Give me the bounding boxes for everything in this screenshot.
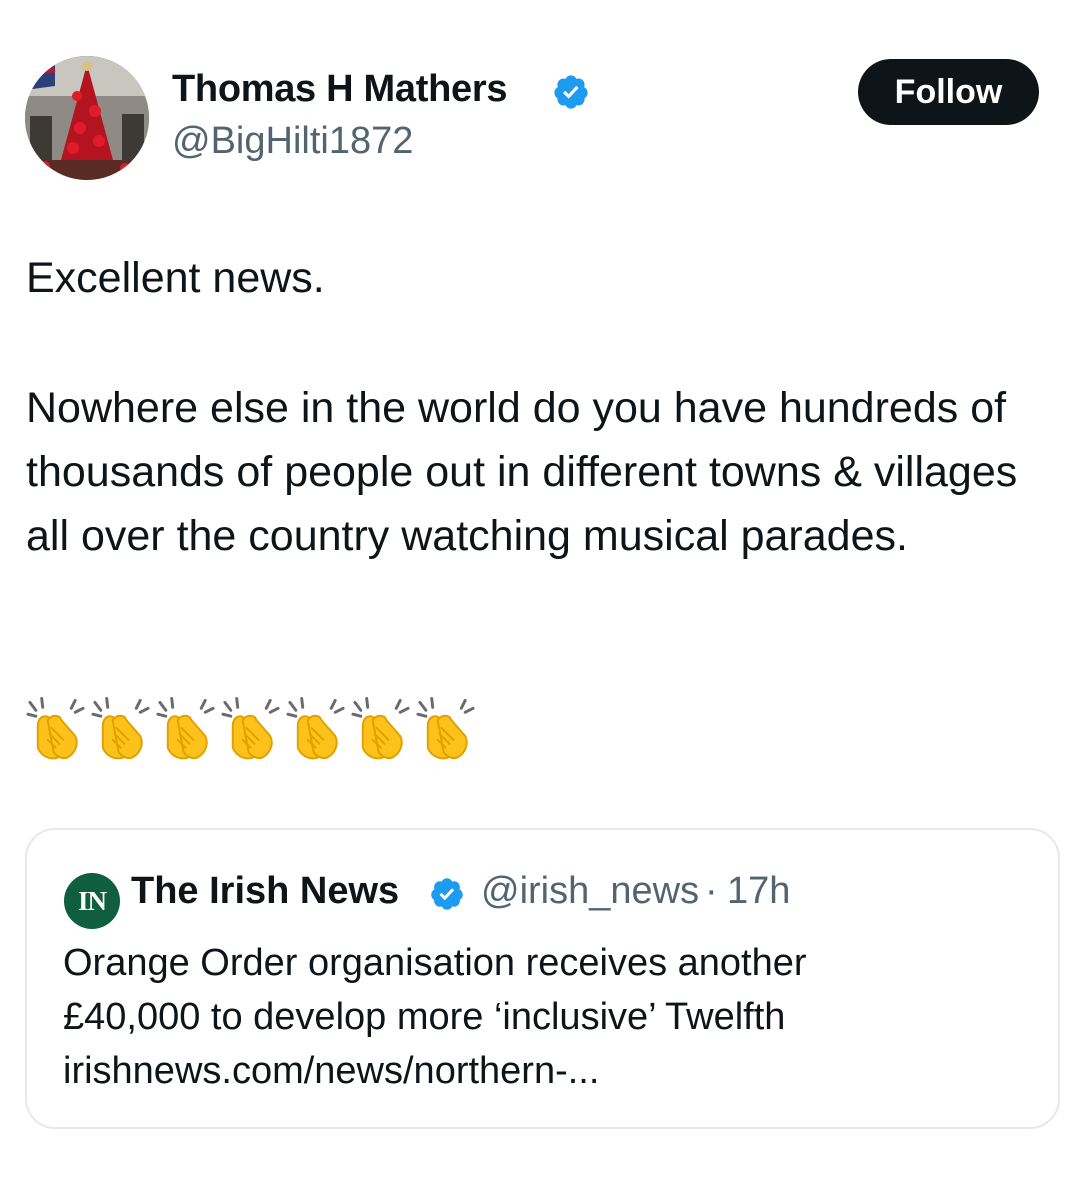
tweet-text-paragraph: Excellent news. bbox=[26, 254, 325, 302]
verified-badge-icon bbox=[554, 75, 588, 109]
clapping-hands-icon bbox=[221, 697, 280, 760]
quoted-text-line: Orange Order organisation receives anoth… bbox=[63, 942, 807, 984]
verified-badge-icon bbox=[431, 878, 463, 910]
tweet-text-paragraph: Nowhere else in the world do you have hu… bbox=[26, 384, 1018, 560]
quoted-link[interactable]: irishnews.com/news/northern-... bbox=[63, 1044, 1043, 1098]
follow-button[interactable]: Follow bbox=[858, 59, 1039, 125]
author-handle[interactable]: @BigHilti1872 bbox=[172, 120, 413, 163]
quoted-tweet-text: Orange Order organisation receives anoth… bbox=[63, 936, 1043, 1098]
clapping-hands-emoji-row bbox=[24, 696, 477, 762]
clapping-hands-icon bbox=[91, 697, 150, 760]
quoted-tweet[interactable]: IN The Irish News @irish_news · 17h Oran… bbox=[25, 828, 1060, 1129]
quoted-display-name: The Irish News bbox=[131, 870, 400, 912]
author-avatar[interactable] bbox=[25, 56, 149, 180]
clapping-hands-icon bbox=[26, 697, 85, 760]
author-display-name[interactable]: Thomas H Mathers bbox=[172, 68, 507, 111]
avatar-image bbox=[25, 56, 149, 180]
irish-news-logo: IN bbox=[64, 873, 120, 929]
quoted-handle: @irish_news bbox=[481, 870, 700, 912]
separator-dot: · bbox=[705, 870, 718, 912]
clapping-hands-icon bbox=[286, 697, 345, 760]
quoted-timestamp: 17h bbox=[727, 870, 791, 912]
clapping-hands-icon bbox=[416, 697, 475, 760]
clapping-hands-icon bbox=[351, 697, 410, 760]
clapping-hands-icon bbox=[156, 697, 215, 760]
quoted-text-line: £40,000 to develop more ‘inclusive’ Twel… bbox=[63, 996, 786, 1038]
tweet-card: Thomas H Mathers @BigHilti1872 Follow Ex… bbox=[0, 0, 1086, 1200]
